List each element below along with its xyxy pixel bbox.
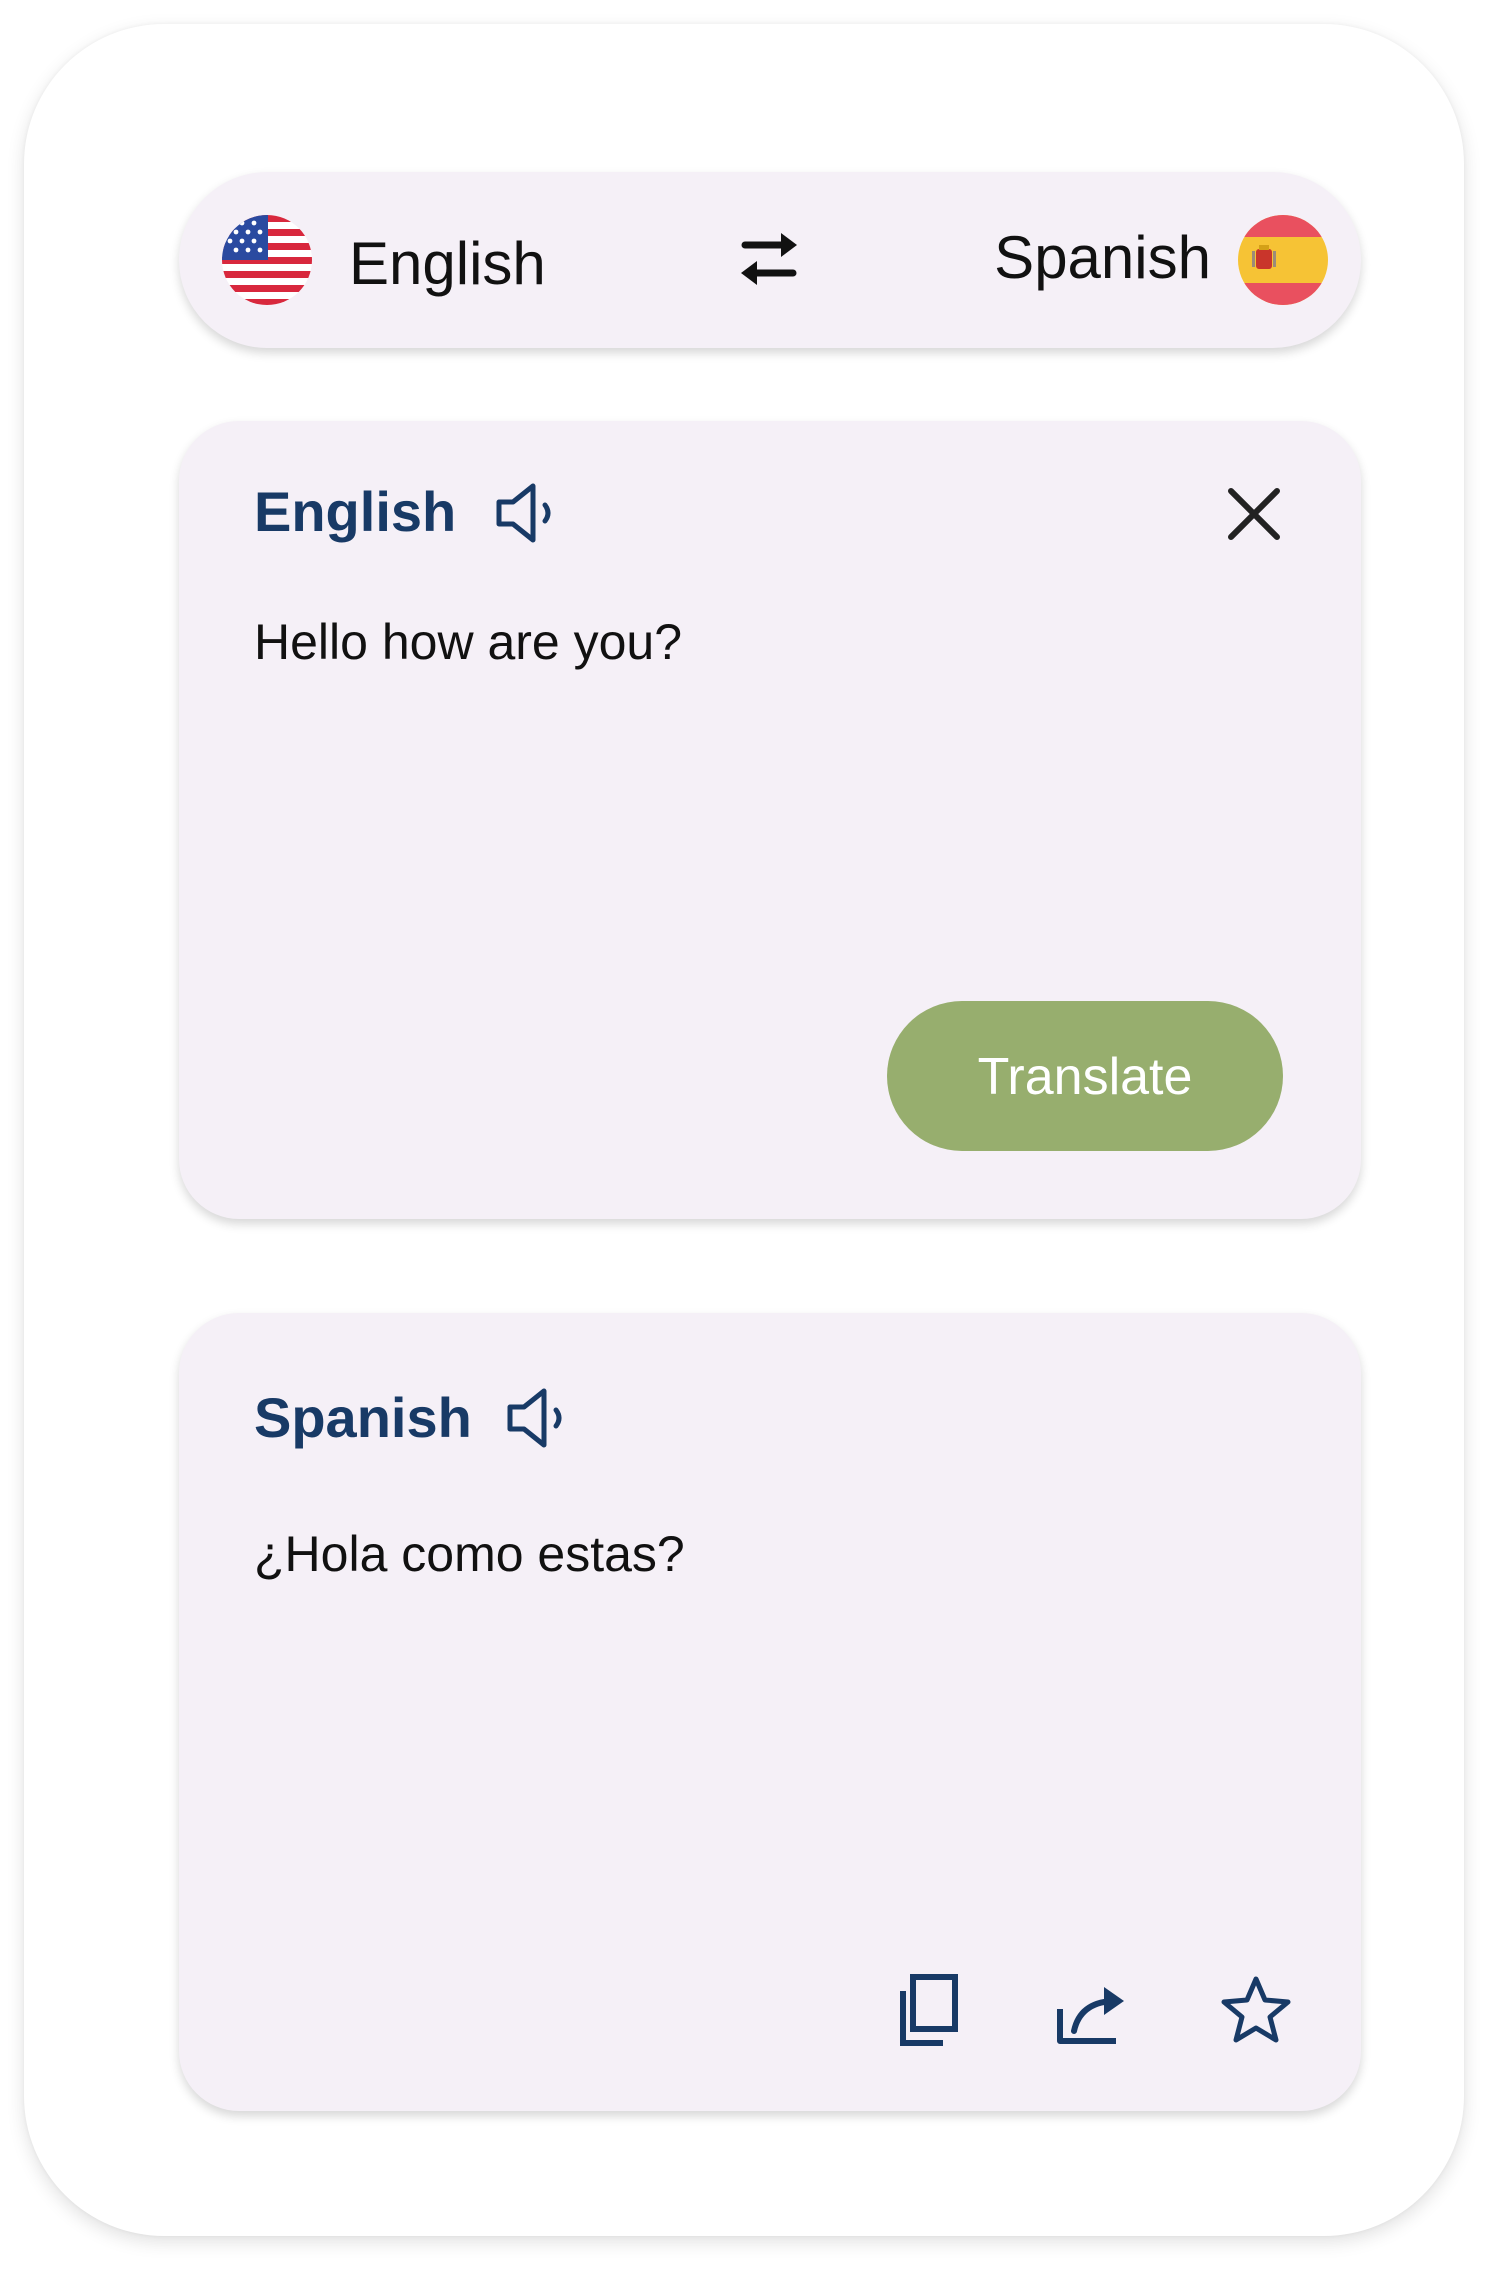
translate-button[interactable]: Translate — [887, 1001, 1283, 1151]
source-language-label[interactable]: English — [349, 176, 546, 352]
target-language-label[interactable]: Spanish — [994, 170, 1211, 346]
star-icon[interactable] — [1219, 1973, 1293, 2047]
target-card-title: Spanish — [254, 1386, 472, 1449]
spain-flag-icon[interactable] — [1238, 215, 1328, 305]
copy-icon[interactable] — [893, 1973, 967, 2047]
share-icon[interactable] — [1054, 1973, 1128, 2047]
swap-arrows-icon[interactable] — [731, 227, 807, 291]
speaker-icon[interactable] — [504, 1383, 572, 1453]
source-input-text[interactable]: Hello how are you? — [254, 613, 682, 671]
language-selector-bar: English Spanish — [179, 172, 1361, 348]
close-icon[interactable] — [1225, 485, 1283, 543]
source-text-card: English Hello how are you? Translate — [179, 421, 1361, 1219]
translation-result-card: Spanish ¿Hola como estas? — [179, 1313, 1361, 2111]
speaker-icon[interactable] — [493, 478, 561, 548]
translated-output-text: ¿Hola como estas? — [254, 1526, 685, 1582]
app-screen: English Spanish English Hello how are yo… — [24, 24, 1464, 2236]
us-flag-icon[interactable] — [222, 215, 312, 305]
source-card-title: English — [254, 480, 457, 543]
